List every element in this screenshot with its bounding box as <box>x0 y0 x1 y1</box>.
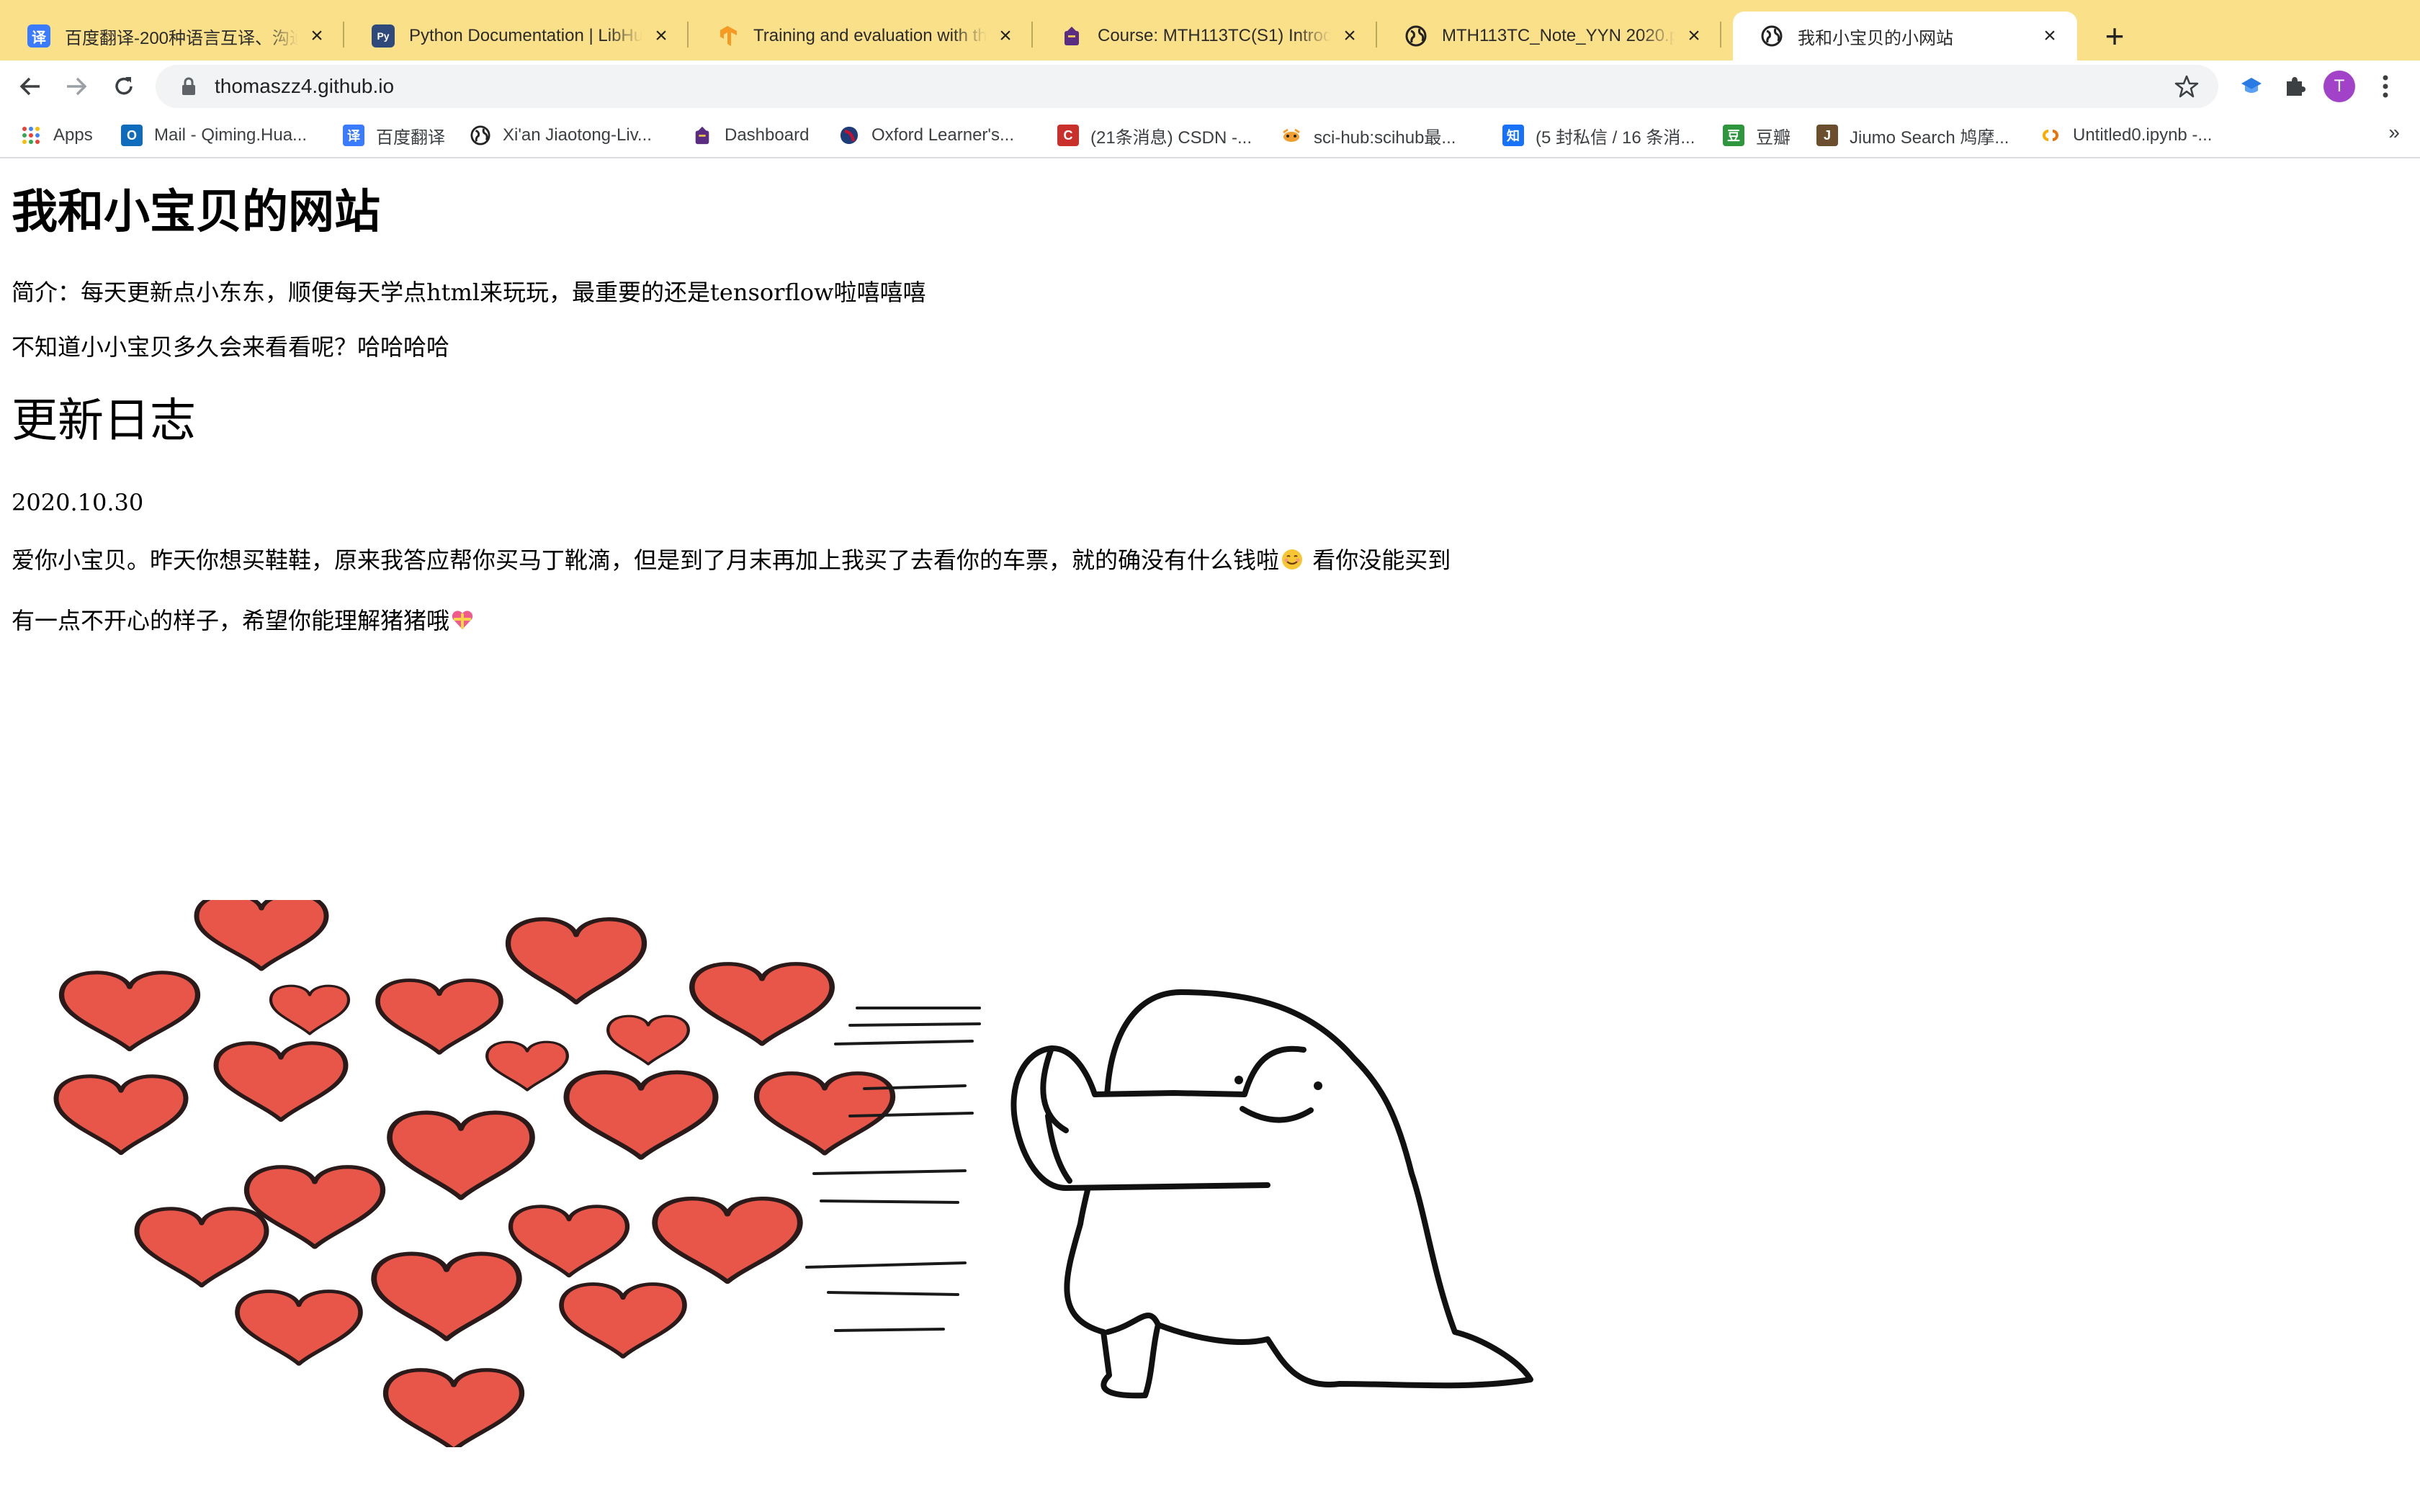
bookmark-label: (21条消息) CSDN -... <box>1090 127 1252 148</box>
bookmark-scihub[interactable]: sci-hub:scihub最... <box>1281 120 1456 151</box>
tab-baidu-translate[interactable]: 译 百度翻译-200种语言互译、沟通 × <box>0 12 344 60</box>
colab-icon <box>2040 125 2061 146</box>
update-log-heading: 更新日志 <box>12 395 196 448</box>
reload-icon <box>115 77 133 95</box>
extensions-puzzle-icon[interactable] <box>2279 71 2311 102</box>
tab-active-site[interactable]: 我和小宝贝的小网站 × <box>1733 12 2077 60</box>
tab-mth113-note-pdf[interactable]: MTH113TC_Note_YYN 2020.pdf × <box>1377 12 1721 60</box>
apps-grid-icon <box>20 125 42 146</box>
arrow-right-icon <box>67 77 87 96</box>
bookmark-apps[interactable]: Apps <box>20 120 93 151</box>
reload-button[interactable] <box>105 68 143 105</box>
bookmark-xjtlu[interactable]: Xi'an Jiaotong-Liv... <box>470 120 652 151</box>
browser-toolbar: T <box>0 60 2420 112</box>
tab-title: 百度翻译-200种语言互译、沟通 <box>65 28 298 48</box>
forward-button[interactable] <box>58 68 95 105</box>
log-entry-text-c: 有一点不开心的样子，希望你能理解猪猪哦 <box>12 607 450 634</box>
intro-paragraph: 简介：每天更新点小东东，顺便每天学点html来玩玩，最重要的还是tensorfl… <box>12 279 926 306</box>
globe-icon <box>1760 24 1783 48</box>
bookmark-label: Apps <box>53 125 93 145</box>
bookmarks-bar: Apps O Mail - Qiming.Hua... 译 百度翻译 Xi'an… <box>0 112 2420 158</box>
bookmark-label: 豆瓣 <box>1756 127 1791 148</box>
globe-icon <box>470 125 491 146</box>
douban-icon: 豆 <box>1723 125 1744 146</box>
jiumo-icon: J <box>1816 125 1838 146</box>
scihub-icon <box>1281 125 1302 146</box>
tab-title: Python Documentation | LibHub <box>409 26 642 45</box>
bookmark-zhihu[interactable]: 知 (5 封私信 / 16 条消... <box>1502 120 1695 151</box>
log-entry-text-b: 看你没能买到 <box>1305 546 1451 574</box>
bookmark-label: Dashboard <box>725 125 810 145</box>
page-content: 我和小宝贝的网站 简介：每天更新点小东东，顺便每天学点html来玩玩，最重要的还… <box>0 158 2420 1512</box>
bookmark-jiumo[interactable]: J Jiumo Search 鸠摩... <box>1816 120 2009 151</box>
speed-lines <box>805 1007 981 1332</box>
close-icon[interactable]: × <box>2038 24 2061 48</box>
bookmarks-overflow-button[interactable]: » <box>2388 121 2400 144</box>
back-button[interactable] <box>12 68 49 105</box>
more-menu-icon[interactable] <box>2370 71 2401 102</box>
lock-icon[interactable] <box>176 73 202 99</box>
hearts-illustration <box>43 900 1533 1447</box>
arrow-left-icon <box>19 77 40 96</box>
close-icon[interactable]: × <box>1682 24 1706 48</box>
page-title: 我和小宝贝的网站 <box>12 185 380 239</box>
baidu-translate-icon: 译 <box>343 125 364 146</box>
python-icon: Py <box>372 24 395 48</box>
smile-emoji-icon <box>1281 548 1304 579</box>
globe-icon <box>1404 24 1428 48</box>
bookmark-label: Jiumo Search 鸠摩... <box>1850 127 2009 148</box>
log-entry-text-a: 爱你小宝贝。昨天你想买鞋鞋，原来我答应帮你买马丁靴滴，但是到了月末再加上我买了去… <box>12 546 1280 574</box>
bookmark-label: Oxford Learner's... <box>871 125 1014 145</box>
log-date: 2020.10.30 <box>12 489 144 516</box>
bookmark-mail[interactable]: O Mail - Qiming.Hua... <box>121 120 307 151</box>
oxford-icon <box>838 125 860 146</box>
log-entry-line-2: 有一点不开心的样子，希望你能理解猪猪哦 <box>12 606 475 639</box>
bookmark-label: sci-hub:scihub最... <box>1314 127 1456 148</box>
question-paragraph: 不知道小小宝贝多久会来看看呢？哈哈哈哈 <box>12 333 450 361</box>
close-icon[interactable]: × <box>650 24 673 48</box>
zotero-extension-icon[interactable] <box>2236 71 2267 102</box>
bookmark-label: 百度翻译 <box>376 127 445 148</box>
bookmark-colab[interactable]: Untitled0.ipynb -... <box>2040 120 2212 151</box>
cartoon-person <box>1010 989 1533 1399</box>
course-icon <box>1060 24 1083 48</box>
bookmark-star-icon[interactable] <box>2172 72 2201 101</box>
bookmark-baidu-translate[interactable]: 译 百度翻译 <box>343 120 445 151</box>
tab-course-mth113[interactable]: Course: MTH113TC(S1) Introduc × <box>1033 12 1377 60</box>
new-tab-button[interactable]: + <box>2094 16 2135 56</box>
baidu-translate-icon: 译 <box>27 24 50 48</box>
url-input[interactable] <box>213 68 2089 105</box>
log-entry-line-1: 爱你小宝贝。昨天你想买鞋鞋，原来我答应帮你买马丁靴滴，但是到了月末再加上我买了去… <box>12 546 1451 579</box>
outlook-icon: O <box>121 125 143 146</box>
address-bar[interactable] <box>156 65 2218 108</box>
bookmark-dashboard[interactable]: Dashboard <box>691 120 809 151</box>
bookmark-csdn[interactable]: C (21条消息) CSDN -... <box>1057 120 1252 151</box>
tensorflow-icon <box>716 24 739 48</box>
bookmark-label: Untitled0.ipynb -... <box>2073 125 2213 145</box>
tab-python-docs[interactable]: Py Python Documentation | LibHub × <box>344 12 689 60</box>
bookmark-douban[interactable]: 豆 豆瓣 <box>1723 120 1791 151</box>
tab-title: Training and evaluation with the <box>753 26 987 45</box>
tab-strip: 译 百度翻译-200种语言互译、沟通 × Py Python Documenta… <box>0 0 2420 60</box>
tab-tensorflow-training[interactable]: Training and evaluation with the × <box>689 12 1033 60</box>
tab-title: Course: MTH113TC(S1) Introduc <box>1098 26 1331 45</box>
bookmark-label: Xi'an Jiaotong-Liv... <box>503 125 652 145</box>
bookmark-oxford[interactable]: Oxford Learner's... <box>838 120 1014 151</box>
close-icon[interactable]: × <box>305 24 328 48</box>
tab-title: MTH113TC_Note_YYN 2020.pdf <box>1442 26 1675 45</box>
heart-gift-emoji-icon <box>451 608 474 639</box>
close-icon[interactable]: × <box>1338 24 1361 48</box>
bookmark-label: (5 封私信 / 16 条消... <box>1536 127 1695 148</box>
profile-avatar[interactable]: T <box>2323 71 2355 102</box>
bookmark-label: Mail - Qiming.Hua... <box>154 125 308 145</box>
csdn-icon: C <box>1057 125 1079 146</box>
zhihu-icon: 知 <box>1502 125 1524 146</box>
tab-title: 我和小宝贝的小网站 <box>1798 28 1953 48</box>
course-icon <box>691 125 713 146</box>
hearts-cluster <box>56 900 893 1447</box>
close-icon[interactable]: × <box>994 24 1017 48</box>
